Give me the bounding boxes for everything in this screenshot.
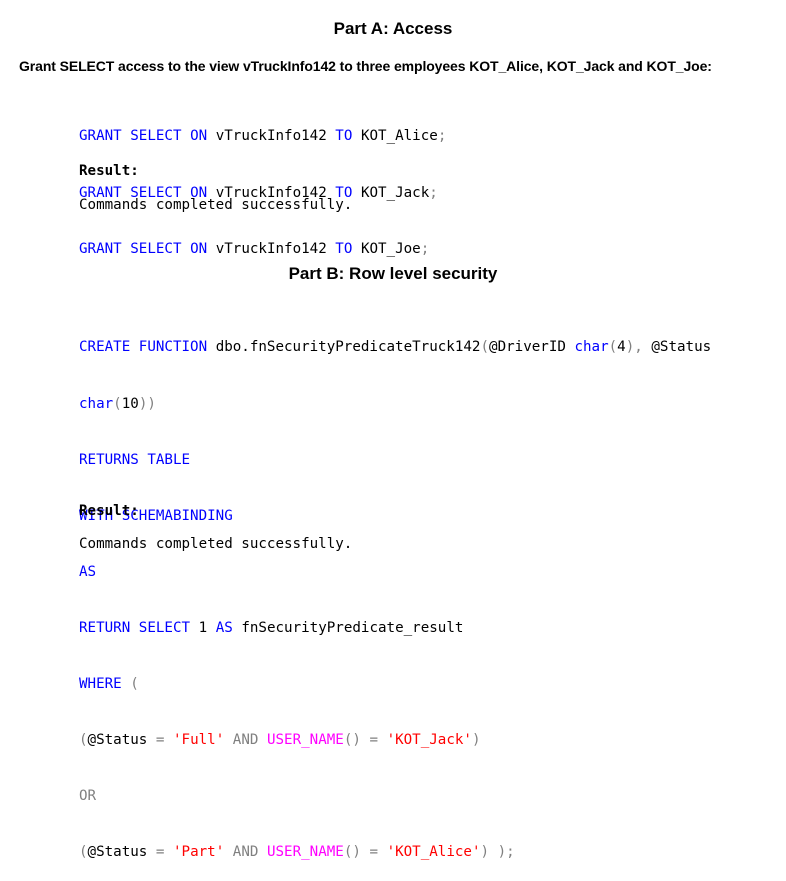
part-a-result-text: Commands completed successfully. bbox=[79, 197, 353, 213]
code-line-4: WITH SCHEMABINDING bbox=[79, 507, 233, 524]
part-a-instruction: Grant SELECT access to the view vTruckIn… bbox=[19, 58, 712, 74]
code-line-8: (@Status = 'Full' AND USER_NAME() = 'KOT… bbox=[79, 732, 481, 749]
code-line-7: WHERE ( bbox=[79, 675, 139, 692]
part-b-title: Part B: Row level security bbox=[288, 264, 498, 283]
part-a-title: Part A: Access bbox=[333, 19, 453, 38]
part-a-result-label: Result: bbox=[79, 163, 139, 179]
code-line-5: AS bbox=[79, 563, 97, 580]
code-line-3: RETURNS TABLE bbox=[79, 451, 191, 468]
part-b-result-label: Result: bbox=[79, 503, 139, 519]
code-line-2: char(10)) bbox=[79, 395, 156, 412]
code-line-10: (@Status = 'Part' AND USER_NAME() = 'KOT… bbox=[79, 844, 515, 861]
code-line-1: CREATE FUNCTION dbo.fnSecurityPredicateT… bbox=[79, 339, 712, 356]
part-b-result-text: Commands completed successfully. bbox=[79, 536, 353, 552]
grant-line-3: GRANT SELECT ON vTruckInfo142 TO KOT_Joe… bbox=[79, 240, 430, 257]
function-code-block: CREATE FUNCTION dbo.fnSecurityPredicateT… bbox=[79, 301, 711, 881]
code-line-9: OR bbox=[79, 788, 97, 805]
grant-code-block: GRANT SELECT ON vTruckInfo142 TO KOT_Ali… bbox=[79, 90, 446, 277]
code-line-6: RETURN SELECT 1 AS fnSecurityPredicate_r… bbox=[79, 619, 464, 636]
grant-line-1: GRANT SELECT ON vTruckInfo142 TO KOT_Ali… bbox=[79, 128, 447, 145]
